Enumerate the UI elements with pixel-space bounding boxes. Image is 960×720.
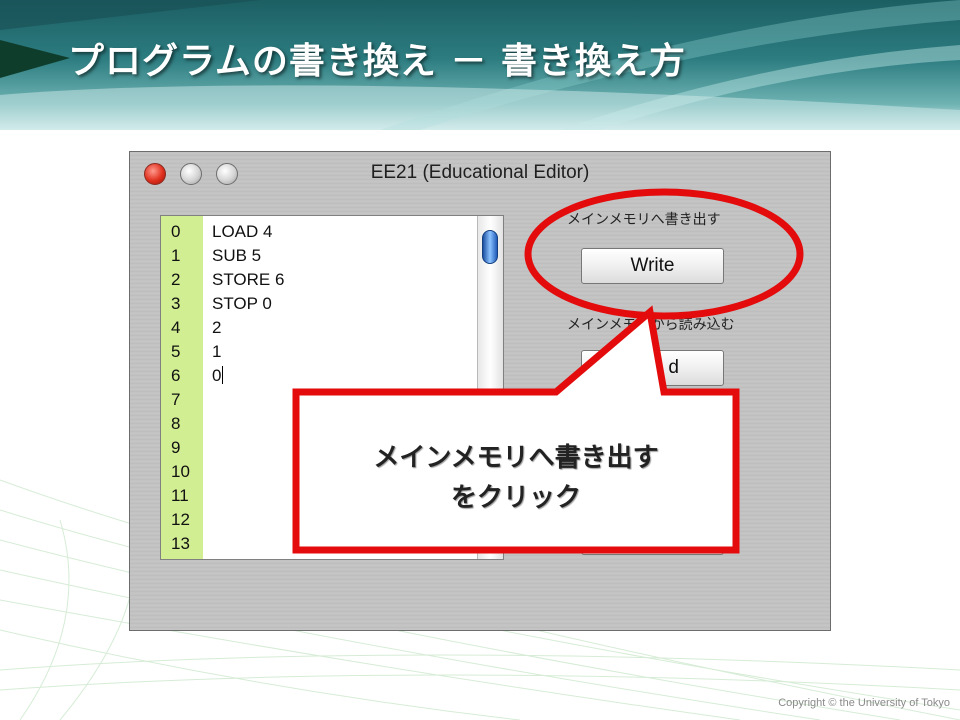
callout-line-2: をクリック [450,483,581,513]
annotation-overlay [292,188,804,554]
callout-line-1: メインメモリへ書き出す [373,443,659,473]
callout-text: メインメモリへ書き出す をクリック [300,438,732,518]
highlight-ellipse [524,188,804,320]
copyright: Copyright © the University of Tokyo [778,697,950,709]
